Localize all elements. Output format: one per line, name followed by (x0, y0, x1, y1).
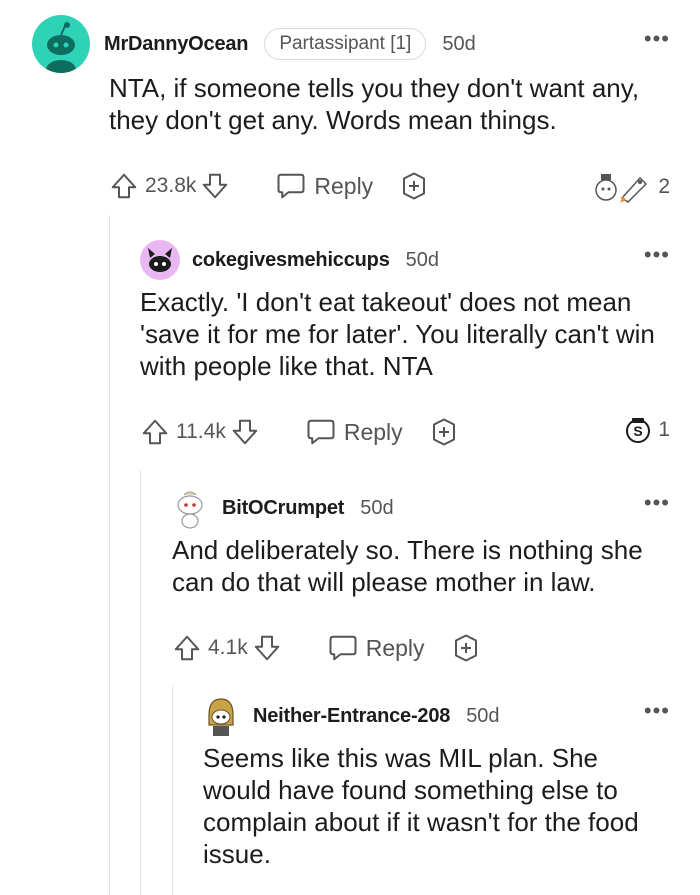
more-options-button[interactable]: ••• (644, 28, 670, 50)
avatar[interactable] (32, 15, 90, 73)
thread-line (109, 215, 110, 895)
snoo-icon (148, 248, 172, 272)
comment: MrDannyOcean Partassipant [1] 50d ••• NT… (32, 15, 670, 206)
snoo-icon (177, 491, 203, 529)
downvote-icon[interactable] (252, 633, 282, 663)
comment-header: BitOCrumpet 50d ••• (172, 486, 670, 530)
comment-actions: 11.4k Reply S 1 (140, 412, 670, 452)
comment-actions: 4.1k Reply (172, 628, 670, 668)
upvote-icon[interactable] (109, 171, 139, 201)
comment-header: MrDannyOcean Partassipant [1] 50d ••• (32, 15, 670, 73)
thread-line (172, 685, 173, 895)
downvote-icon[interactable] (230, 417, 260, 447)
comment-actions: 23.8k Reply 2 (109, 166, 670, 206)
award-icon (403, 172, 426, 200)
username[interactable]: BitOCrumpet (222, 497, 344, 520)
snoo-icon (208, 698, 234, 736)
svg-text:S: S (634, 423, 643, 439)
award-button[interactable] (429, 417, 459, 447)
downvote-icon[interactable] (200, 171, 230, 201)
comment: cokegivesmehiccups 50d ••• Exactly. 'I d… (140, 238, 670, 452)
avatar[interactable] (172, 487, 208, 529)
reply-icon (329, 635, 357, 661)
username[interactable]: Neither-Entrance-208 (253, 705, 450, 728)
awards[interactable]: 2 (592, 170, 670, 204)
thread-line (140, 470, 141, 895)
reply-button[interactable]: Reply (276, 172, 373, 200)
reply-icon (277, 173, 305, 199)
comment: BitOCrumpet 50d ••• And deliberately so.… (172, 486, 670, 668)
award-count: 2 (658, 175, 670, 198)
award-icon (454, 634, 477, 662)
more-options-button[interactable]: ••• (644, 244, 670, 266)
comment-age: 50d (442, 32, 476, 55)
username[interactable]: cokegivesmehiccups (192, 249, 390, 272)
vote-count: 23.8k (145, 174, 197, 197)
award-button[interactable] (451, 633, 481, 663)
user-flair: Partassipant [1] (264, 28, 427, 60)
username[interactable]: MrDannyOcean (104, 33, 249, 56)
comment-age: 50d (466, 704, 500, 727)
reply-label: Reply (365, 634, 425, 661)
upvote-icon[interactable] (172, 633, 202, 663)
comment-header: cokegivesmehiccups 50d ••• (140, 238, 670, 282)
comment-body: Exactly. 'I don't eat takeout' does not … (140, 287, 655, 381)
comment-body: And deliberately so. There is nothing sh… (172, 535, 643, 597)
snoo-icon (46, 22, 76, 73)
comment-age: 50d (360, 496, 394, 519)
award-icon (432, 418, 455, 446)
comment-body: Seems like this was MIL plan. She would … (203, 743, 639, 869)
avatar[interactable] (140, 240, 180, 280)
award-button[interactable] (399, 171, 429, 201)
more-options-button[interactable]: ••• (644, 700, 670, 722)
reply-button[interactable]: Reply (306, 418, 403, 446)
coin-award-icon: S (626, 418, 651, 443)
vote-count: 4.1k (208, 636, 248, 659)
reply-icon (307, 419, 335, 445)
award-count: 1 (658, 418, 670, 441)
avatar[interactable] (203, 695, 239, 737)
more-options-button[interactable]: ••• (644, 492, 670, 514)
awards-icon (595, 174, 648, 203)
upvote-icon[interactable] (140, 417, 170, 447)
awards[interactable]: S 1 (624, 416, 670, 444)
comment-age: 50d (405, 248, 439, 271)
vote-count: 11.4k (176, 420, 226, 443)
comment-body: NTA, if someone tells you they don't wan… (109, 73, 640, 135)
comment: Neither-Entrance-208 50d ••• Seems like … (203, 694, 670, 870)
reply-button[interactable]: Reply (328, 634, 425, 662)
reply-label: Reply (314, 172, 374, 199)
comment-header: Neither-Entrance-208 50d ••• (203, 694, 670, 738)
reply-label: Reply (343, 418, 403, 445)
